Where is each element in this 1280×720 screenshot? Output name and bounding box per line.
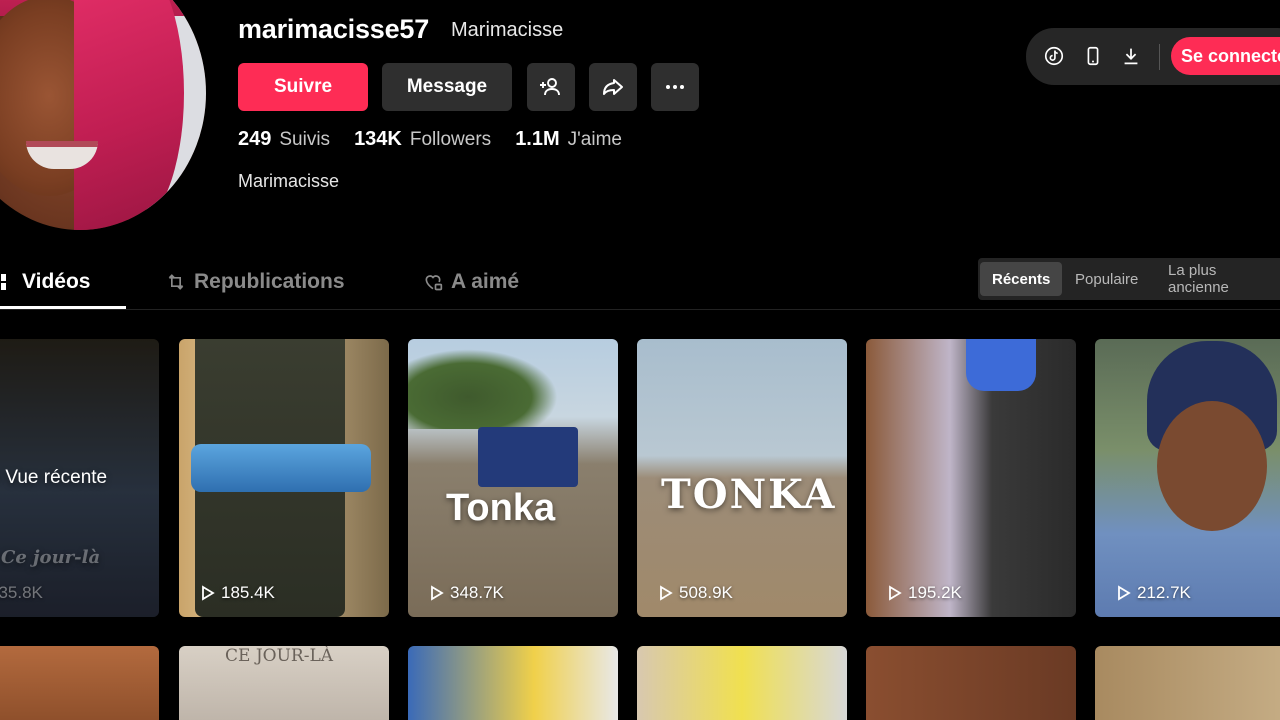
tiktok-coin-icon[interactable]	[1042, 44, 1066, 68]
share-icon	[603, 79, 623, 95]
follow-button[interactable]: Suivre	[238, 63, 368, 111]
play-icon	[431, 585, 444, 601]
sort-control: Récents Populaire La plus ancienne	[978, 258, 1280, 300]
grid-icon	[1, 274, 6, 290]
profile-page: marimacisse57 Marimacisse Suivre Message…	[0, 0, 1280, 720]
download-icon[interactable]	[1119, 44, 1143, 68]
profile-stats: 249 Suivis 134K Followers 1.1M J'aime	[238, 128, 646, 151]
message-button[interactable]: Message	[382, 63, 512, 111]
following-count: 249	[238, 128, 272, 150]
play-icon	[1118, 585, 1131, 601]
divider	[1159, 44, 1160, 70]
top-action-bar: Se connecter	[1026, 28, 1280, 85]
followers-count: 134K	[354, 128, 402, 150]
add-friend-button[interactable]	[527, 63, 575, 111]
followers-label[interactable]: Followers	[410, 129, 491, 151]
video-card[interactable]	[1095, 646, 1280, 720]
phone-icon[interactable]	[1081, 44, 1105, 68]
more-icon	[666, 85, 684, 89]
view-count: 235.8K	[0, 583, 43, 602]
play-icon	[660, 585, 673, 601]
video-card[interactable]	[866, 646, 1076, 720]
repost-icon	[168, 274, 184, 290]
heart-lock-icon	[425, 275, 443, 291]
video-card[interactable]	[408, 646, 618, 720]
sort-recent[interactable]: Récents	[980, 262, 1063, 296]
view-count: 348.7K	[450, 583, 504, 602]
video-caption: CE JOUR-LÀ	[225, 646, 334, 666]
video-card[interactable]: CE JOUR-LÀ	[179, 646, 389, 720]
avatar[interactable]	[0, 0, 206, 230]
recent-view-label: Vue récente	[5, 467, 108, 488]
likes-count: 1.1M	[515, 128, 560, 150]
nickname: Marimacisse	[451, 19, 564, 41]
video-card[interactable]: 195.2K	[866, 339, 1076, 617]
active-tab-indicator	[0, 306, 126, 309]
following-label[interactable]: Suivis	[279, 129, 330, 151]
play-icon	[889, 585, 902, 601]
video-overlay-text: TONKA	[661, 471, 837, 518]
view-count: 508.9K	[679, 583, 733, 602]
sort-oldest[interactable]: La plus ancienne	[1156, 262, 1280, 296]
view-count: 212.7K	[1137, 583, 1191, 602]
tab-videos-label: Vidéos	[22, 270, 91, 293]
play-icon	[202, 585, 215, 601]
tab-reposts-label: Republications	[194, 270, 345, 293]
tab-liked[interactable]: A aimé	[423, 270, 519, 294]
video-card[interactable]: Tonka 348.7K	[408, 339, 618, 617]
view-count: 195.2K	[908, 583, 962, 602]
video-card[interactable]: 185.4K	[179, 339, 389, 617]
video-caption: Ce jour-là	[1, 547, 101, 568]
video-card[interactable]	[0, 646, 159, 720]
tab-videos[interactable]: Vidéos	[0, 270, 90, 294]
tab-reposts[interactable]: Republications	[166, 270, 345, 294]
likes-label: J'aime	[567, 129, 622, 150]
login-button[interactable]: Se connecter	[1171, 37, 1280, 75]
more-options-button[interactable]	[651, 63, 699, 111]
video-card[interactable]: TONKA 508.9K	[637, 339, 847, 617]
sort-popular[interactable]: Populaire	[1063, 262, 1150, 296]
bio: Marimacisse	[238, 171, 340, 191]
video-card[interactable]: > Vue récente Ce jour-là 235.8K	[0, 339, 159, 617]
tab-liked-label: A aimé	[451, 270, 520, 293]
add-friend-icon	[540, 78, 560, 96]
share-button[interactable]	[589, 63, 637, 111]
video-overlay-text: Tonka	[446, 487, 556, 529]
view-count: 185.4K	[221, 583, 275, 602]
video-card[interactable]	[637, 646, 847, 720]
username: marimacisse57	[238, 14, 430, 44]
video-card[interactable]: 212.7K	[1095, 339, 1280, 617]
